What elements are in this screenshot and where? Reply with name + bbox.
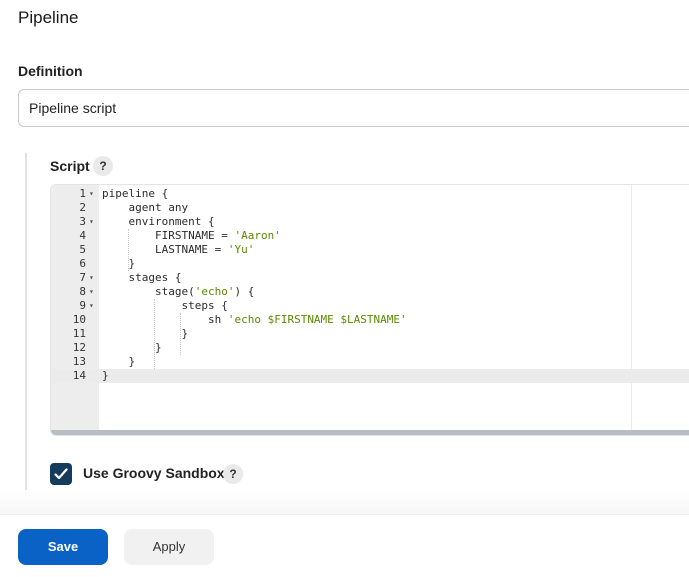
nested-section-border xyxy=(25,153,27,518)
code-text: sh 'echo $FIRSTNAME $LASTNAME' xyxy=(102,313,407,326)
code-line[interactable]: 10 sh 'echo $FIRSTNAME $LASTNAME' xyxy=(51,313,689,327)
line-number: 6 xyxy=(79,257,86,270)
code-line[interactable]: 8 ▾ stage('echo') { xyxy=(51,285,689,299)
code-text: } xyxy=(102,327,189,340)
code-text: pipeline { xyxy=(102,187,169,200)
code-line[interactable]: 5 LASTNAME = 'Yu' xyxy=(51,243,689,257)
definition-select-value: Pipeline script xyxy=(29,100,117,116)
code-line[interactable]: 11 } xyxy=(51,327,689,341)
line-number: 3 xyxy=(79,215,86,228)
line-number: 11 xyxy=(72,327,86,340)
code-text: steps { xyxy=(102,299,228,312)
script-editor[interactable]: 1 ▾ pipeline {2 agent any 3 ▾ environment {4… xyxy=(50,184,689,436)
definition-label: Definition xyxy=(18,63,83,79)
sandbox-help-icon[interactable]: ? xyxy=(223,464,243,484)
code-line[interactable]: 9 ▾ steps { xyxy=(51,299,689,313)
indent-guide xyxy=(180,313,181,355)
definition-select[interactable]: Pipeline script xyxy=(18,89,689,127)
code-line[interactable]: 4 FIRSTNAME = 'Aaron' xyxy=(51,229,689,243)
code-text: LASTNAME = 'Yu' xyxy=(102,243,255,256)
code-line[interactable]: 3 ▾ environment { xyxy=(51,215,689,229)
code-line[interactable]: 1 ▾ pipeline { xyxy=(51,187,689,201)
indent-guide xyxy=(128,229,129,271)
fold-arrow-icon[interactable]: ▾ xyxy=(89,299,97,313)
code-text: } xyxy=(102,341,162,354)
code-line[interactable]: 2 agent any xyxy=(51,201,689,215)
script-label: Script xyxy=(50,158,90,174)
code-text: environment { xyxy=(102,215,215,228)
fold-arrow-icon[interactable]: ▾ xyxy=(89,271,97,285)
code-text: } xyxy=(102,257,136,270)
code-line[interactable]: 13 } xyxy=(51,355,689,369)
code-line[interactable]: 7 ▾ stages { xyxy=(51,271,689,285)
line-number: 14 xyxy=(72,369,86,382)
section-title: Pipeline xyxy=(18,8,79,27)
line-number: 5 xyxy=(79,243,86,256)
bottom-fade xyxy=(0,490,689,514)
line-number: 8 xyxy=(79,285,86,298)
code-text: stages { xyxy=(102,271,182,284)
fold-arrow-icon[interactable]: ▾ xyxy=(89,285,97,299)
line-number: 2 xyxy=(79,201,86,214)
script-help-icon[interactable]: ? xyxy=(93,156,113,176)
horizontal-scrollbar[interactable] xyxy=(51,430,689,435)
line-number: 7 xyxy=(79,271,86,284)
pipeline-config-page: Pipeline Definition Pipeline script Scri… xyxy=(0,0,689,577)
line-number: 13 xyxy=(72,355,86,368)
code-line[interactable]: 12 } xyxy=(51,341,689,355)
line-number: 4 xyxy=(79,229,86,242)
code-text: } xyxy=(102,355,136,368)
code-lines: 1 ▾ pipeline {2 agent any 3 ▾ environment {4… xyxy=(51,187,689,383)
code-line[interactable]: 6 } xyxy=(51,257,689,271)
checkmark-icon xyxy=(54,468,68,480)
groovy-sandbox-label[interactable]: Use Groovy Sandbox xyxy=(83,465,225,481)
line-number: 10 xyxy=(72,313,86,326)
indent-guide xyxy=(154,299,155,369)
apply-button[interactable]: Apply xyxy=(124,529,214,565)
code-text: stage('echo') { xyxy=(102,285,255,298)
line-number: 9 xyxy=(79,299,86,312)
fold-arrow-icon[interactable]: ▾ xyxy=(89,187,97,201)
groovy-sandbox-checkbox[interactable] xyxy=(50,463,72,485)
code-text: agent any xyxy=(102,201,189,214)
line-number: 1 xyxy=(79,187,86,200)
fold-arrow-icon[interactable]: ▾ xyxy=(89,215,97,229)
code-text: } xyxy=(102,369,109,382)
line-number: 12 xyxy=(72,341,86,354)
code-line[interactable]: 14} xyxy=(51,369,689,383)
save-button[interactable]: Save xyxy=(18,529,108,565)
